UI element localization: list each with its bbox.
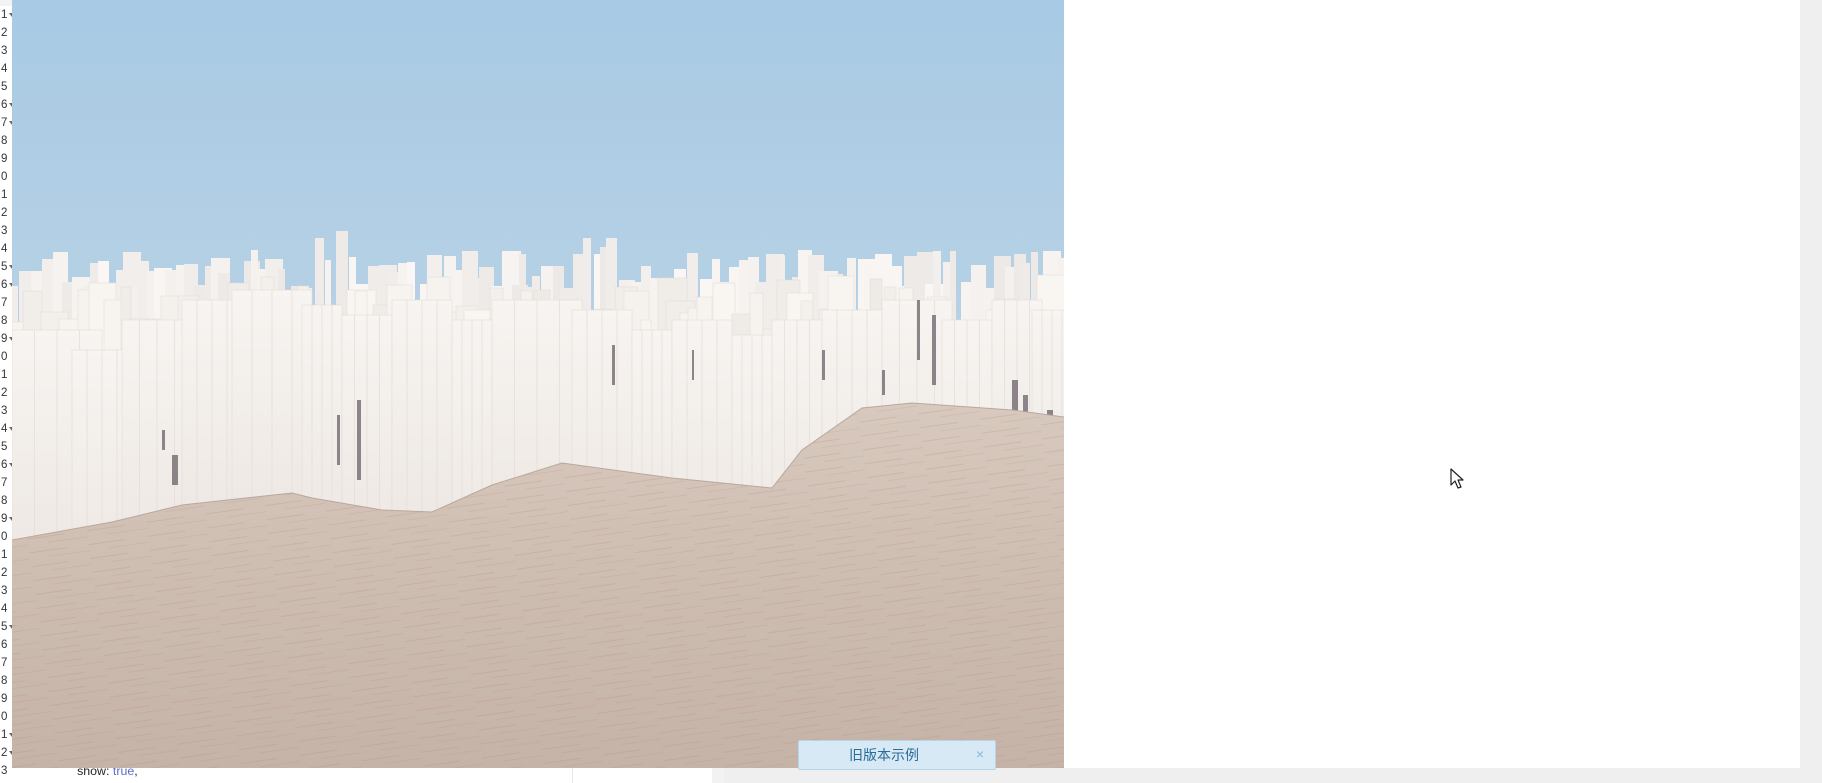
old-version-banner[interactable]: 旧版本示例 × bbox=[798, 740, 996, 770]
building-shadow bbox=[882, 370, 885, 395]
old-version-link[interactable]: 旧版本示例 bbox=[799, 741, 969, 771]
close-icon[interactable]: × bbox=[973, 744, 987, 764]
mouse-pointer-icon bbox=[1450, 468, 1464, 489]
map3d-buildings-scene[interactable] bbox=[12, 0, 1086, 768]
building-shadow bbox=[692, 350, 694, 380]
building-shadow bbox=[932, 315, 936, 385]
building-shadow bbox=[917, 300, 920, 360]
building-shadow bbox=[822, 350, 825, 380]
scene-right-margin bbox=[1064, 0, 1086, 768]
building-shadow bbox=[337, 415, 340, 465]
building-shadow bbox=[612, 345, 615, 385]
building-shadow bbox=[162, 430, 165, 450]
building-shadow bbox=[172, 455, 178, 485]
building-shadow bbox=[357, 400, 361, 480]
